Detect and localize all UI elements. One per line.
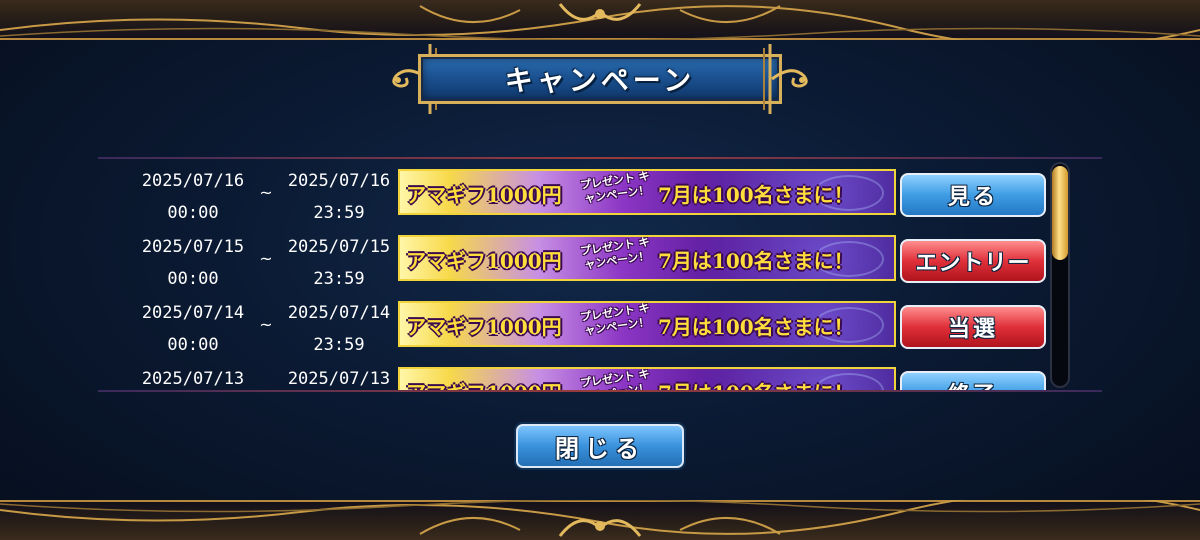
- end-time: 23:59: [313, 335, 365, 355]
- start-date: 2025/07/16: [141, 171, 245, 191]
- banner-tail-text: 7月は100名さまに！: [658, 249, 854, 273]
- start-time: 00:00: [167, 203, 219, 223]
- page-title: キャンペーン: [504, 64, 696, 97]
- campaign-row: 2025/07/15 00:00 ~ 2025/07/15 23:59 アマギフ…: [98, 229, 1048, 295]
- start-date: 2025/07/14: [141, 303, 245, 323]
- start-date: 2025/07/15: [141, 237, 245, 257]
- banner-main-text: アマギフ1000円: [406, 249, 562, 273]
- campaign-banner[interactable]: アマギフ1000円 プレゼント キャンペーン！ 7月は100名さまに！: [398, 301, 896, 347]
- campaign-banner[interactable]: アマギフ1000円 プレゼント キャンペーン！ 7月は100名さまに！: [398, 367, 896, 392]
- date-separator: ~: [259, 183, 273, 202]
- end-date: 2025/07/13: [287, 369, 391, 389]
- end-date: 2025/07/14: [287, 303, 391, 323]
- campaign-list[interactable]: 2025/07/16 00:00 ~ 2025/07/16 23:59 アマギフ…: [98, 157, 1102, 392]
- end-time: 23:59: [313, 269, 365, 289]
- date-separator: ~: [259, 249, 273, 268]
- title-right-ornament: [763, 44, 808, 114]
- campaign-banner[interactable]: アマギフ1000円 プレゼント キャンペーン！ 7月は100名さまに！: [398, 235, 896, 281]
- date-separator: ~: [259, 315, 273, 334]
- campaign-row: 2025/07/13 2025/07/13 アマギフ1000円 プレゼント キャ…: [98, 361, 1048, 392]
- end-date: 2025/07/15: [287, 237, 391, 257]
- title-banner: キャンペーン: [388, 40, 812, 118]
- campaign-row: 2025/07/16 00:00 ~ 2025/07/16 23:59 アマギフ…: [98, 163, 1048, 229]
- view-button[interactable]: 見る: [900, 173, 1046, 217]
- banner-tail-text: 7月は100名さまに！: [658, 315, 854, 339]
- start-time: 00:00: [167, 269, 219, 289]
- banner-main-text: アマギフ1000円: [406, 315, 562, 339]
- scrollbar-thumb[interactable]: [1052, 166, 1068, 260]
- banner-sub-text: プレゼント キャンペーン！: [579, 169, 651, 206]
- start-time: 00:00: [167, 335, 219, 355]
- top-ornament: [0, 3, 1200, 40]
- winner-button[interactable]: 当選: [900, 305, 1046, 349]
- ended-button[interactable]: 終了: [900, 371, 1046, 392]
- banner-sub-text: プレゼント キャンペーン！: [579, 235, 651, 272]
- list-bottom-divider: [98, 390, 1102, 392]
- campaign-row: 2025/07/14 00:00 ~ 2025/07/14 23:59 アマギフ…: [98, 295, 1048, 361]
- start-date: 2025/07/13: [141, 369, 245, 389]
- end-date: 2025/07/16: [287, 171, 391, 191]
- close-button[interactable]: 閉じる: [516, 424, 684, 468]
- banner-sub-text: プレゼント キャンペーン！: [579, 301, 651, 338]
- banner-sub-text: プレゼント キャンペーン！: [579, 367, 651, 392]
- campaign-banner[interactable]: アマギフ1000円 プレゼント キャンペーン！ 7月は100名さまに！: [398, 169, 896, 215]
- bottom-ornament: [0, 500, 1200, 537]
- entry-button[interactable]: エントリー: [900, 239, 1046, 283]
- end-time: 23:59: [313, 203, 365, 223]
- banner-main-text: アマギフ1000円: [406, 183, 562, 207]
- banner-tail-text: 7月は100名さまに！: [658, 183, 854, 207]
